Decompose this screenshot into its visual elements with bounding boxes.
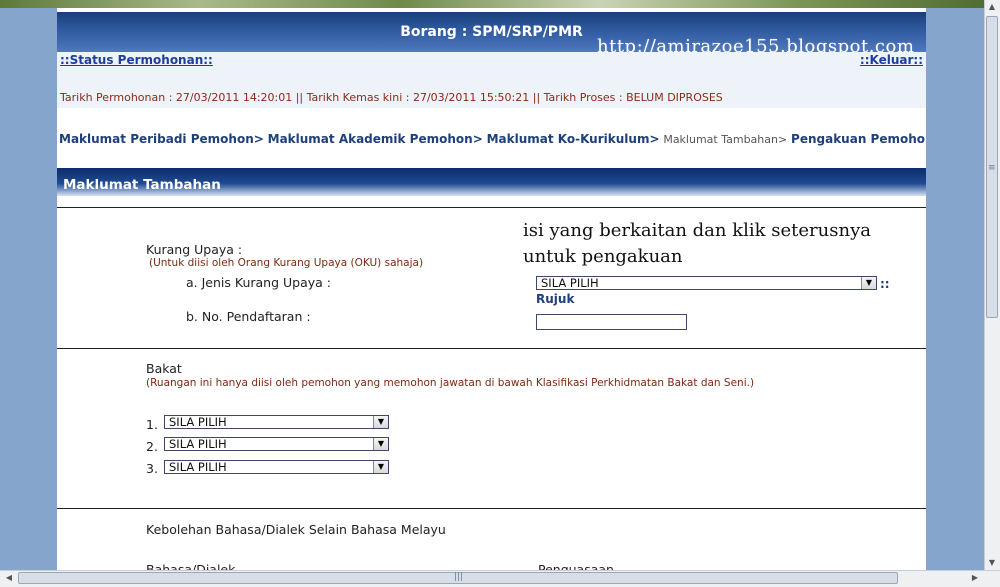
application-dates: Tarikh Permohonan : 27/03/2011 14:20:01 … bbox=[60, 91, 723, 104]
registration-label: b. No. Pendaftaran : bbox=[186, 309, 311, 324]
status-link[interactable]: ::Status Permohonan:: bbox=[60, 53, 213, 67]
grip-icon: ||| bbox=[454, 572, 464, 582]
disability-type-select[interactable]: SILA PILIH ▼ bbox=[536, 276, 877, 290]
disability-note: (Untuk diisi oleh Orang Kurang Upaya (OK… bbox=[149, 257, 424, 269]
scroll-right-icon[interactable]: ▶ bbox=[968, 571, 982, 585]
talent-select-2[interactable]: SILA PILIH ▼ bbox=[164, 437, 389, 451]
breadcrumb-cocurricular[interactable]: Maklumat Ko-Kurikulum> bbox=[487, 132, 660, 146]
scroll-up-icon[interactable]: ▲ bbox=[985, 0, 999, 14]
proficiency-column-header: Penguasaan bbox=[538, 562, 614, 570]
talent-select-1[interactable]: SILA PILIH ▼ bbox=[164, 415, 389, 429]
dropdown-arrow-icon: ▼ bbox=[373, 438, 388, 450]
language-column-header: Bahasa/Dialek bbox=[146, 562, 236, 570]
dropdown-arrow-icon: ▼ bbox=[861, 277, 876, 289]
breadcrumb-academic[interactable]: Maklumat Akademik Pemohon> bbox=[268, 132, 483, 146]
section-title: Maklumat Tambahan bbox=[63, 177, 221, 193]
divider bbox=[57, 508, 926, 509]
rujuk-prefix: :: bbox=[880, 277, 890, 291]
logout-link[interactable]: ::Keluar:: bbox=[860, 53, 923, 67]
divider bbox=[57, 207, 926, 208]
breadcrumb-current: Maklumat Tambahan> bbox=[663, 133, 788, 146]
talent-number-1: 1. bbox=[146, 417, 158, 432]
breadcrumb: Maklumat Peribadi Pemohon> Maklumat Akad… bbox=[59, 132, 926, 146]
dropdown-arrow-icon: ▼ bbox=[373, 461, 388, 473]
instruction-annotation: isi yang berkaitan dan klik seterusnya u… bbox=[523, 220, 871, 267]
talent-heading: Bakat bbox=[146, 361, 182, 376]
divider bbox=[57, 348, 926, 349]
disability-type-label: a. Jenis Kurang Upaya : bbox=[186, 275, 331, 290]
talent-select-2-value: SILA PILIH bbox=[169, 437, 227, 451]
language-heading: Kebolehan Bahasa/Dialek Selain Bahasa Me… bbox=[146, 522, 446, 537]
grip-icon: ≡ bbox=[988, 163, 996, 173]
registration-input[interactable] bbox=[536, 314, 687, 330]
talent-select-3[interactable]: SILA PILIH ▼ bbox=[164, 460, 389, 474]
talent-select-3-value: SILA PILIH bbox=[169, 460, 227, 474]
talent-note: (Ruangan ini hanya diisi oleh pemohon ya… bbox=[146, 377, 755, 389]
breadcrumb-declaration[interactable]: Pengakuan Pemohon bbox=[791, 132, 926, 146]
form-content: Borang : SPM/SRP/PMR http://amirazoe155.… bbox=[57, 8, 926, 570]
breadcrumb-personal[interactable]: Maklumat Peribadi Pemohon> bbox=[59, 132, 264, 146]
disability-type-value: SILA PILIH bbox=[541, 276, 599, 290]
talent-number-3: 3. bbox=[146, 461, 158, 476]
scroll-down-icon[interactable]: ▼ bbox=[985, 556, 999, 570]
dropdown-arrow-icon: ▼ bbox=[373, 416, 388, 428]
top-banner-image bbox=[0, 0, 1000, 8]
scroll-left-icon[interactable]: ◀ bbox=[2, 571, 16, 585]
talent-select-1-value: SILA PILIH bbox=[169, 415, 227, 429]
rujuk-link[interactable]: Rujuk bbox=[536, 292, 574, 306]
disability-heading: Kurang Upaya : bbox=[146, 242, 243, 257]
talent-number-2: 2. bbox=[146, 439, 158, 454]
